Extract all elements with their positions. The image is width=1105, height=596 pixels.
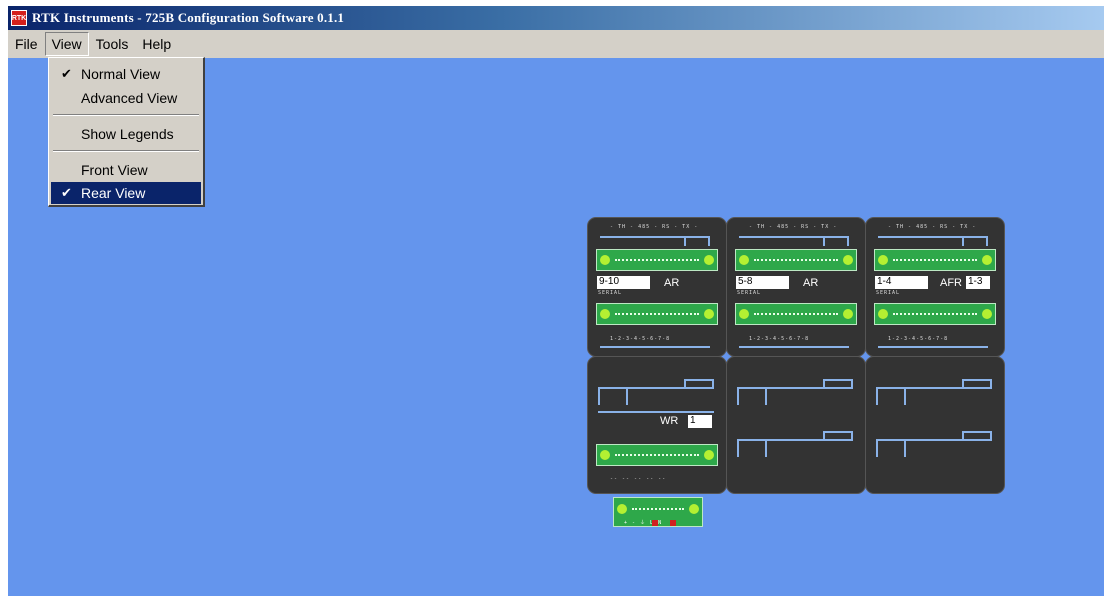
slot-outline	[737, 387, 767, 405]
power-indicator-red	[670, 520, 676, 526]
module-header-markings: - TH - 485 - RS - TX -	[610, 224, 699, 230]
slot-outline	[684, 379, 714, 389]
slot-outline	[878, 346, 988, 348]
slot-outline	[598, 387, 628, 405]
menu-item-show-legends[interactable]: Show Legends	[51, 123, 201, 145]
module-ar-5-8[interactable]: - TH - 485 - RS - TX - 5-8 AR SERIAL 1-2…	[726, 217, 866, 357]
slot-outline	[962, 379, 992, 389]
wr-value-box[interactable]: 1	[688, 415, 712, 428]
menu-item-normal-view[interactable]: ✔ Normal View	[51, 63, 201, 85]
module-empty-slot[interactable]	[726, 356, 866, 494]
menu-separator	[53, 150, 199, 152]
view-menu-dropdown: ✔ Normal View Advanced View Show Legends…	[48, 57, 205, 207]
menu-item-front-view[interactable]: Front View	[51, 159, 201, 181]
menu-bar: File View Tools Help	[8, 30, 1104, 58]
menu-tools[interactable]: Tools	[89, 32, 136, 56]
checkmark-icon: ✔	[61, 66, 72, 81]
terminal-markings: 1-2-3-4-5-6-7-8	[610, 336, 671, 342]
rtk-app-icon: RTK	[11, 10, 27, 26]
extra-label-box[interactable]: 1-3	[966, 276, 990, 289]
terminal-markings: 1-2-3-4-5-6-7-8	[888, 336, 949, 342]
slot-outline	[823, 379, 853, 389]
slot-outline	[684, 236, 710, 246]
menu-view[interactable]: View	[44, 32, 89, 56]
module-ar-9-10[interactable]: - TH - 485 - RS - TX - 9-10 AR SERIAL 1-…	[587, 217, 727, 357]
menu-item-label: Advanced View	[81, 90, 178, 106]
menu-help[interactable]: Help	[135, 32, 178, 56]
terminal-connector[interactable]	[735, 303, 857, 325]
slot-outline	[876, 387, 906, 405]
range-label-box[interactable]: 5-8	[736, 276, 789, 289]
menu-file[interactable]: File	[8, 32, 45, 56]
menu-item-rear-view[interactable]: ✔ Rear View	[51, 182, 201, 204]
module-id-markings: SERIAL	[598, 290, 623, 296]
checkmark-icon: ✔	[61, 185, 72, 200]
terminal-connector[interactable]	[874, 303, 996, 325]
module-type-label: AR	[664, 277, 680, 289]
menu-item-label: Normal View	[81, 66, 161, 82]
module-type-label: WR	[660, 415, 679, 427]
menu-item-label: Show Legends	[81, 126, 174, 142]
module-header-markings: - TH - 485 - RS - TX -	[749, 224, 838, 230]
terminal-connector[interactable]	[596, 303, 718, 325]
module-type-label: AFR	[940, 277, 962, 289]
module-empty-slot[interactable]	[865, 356, 1005, 494]
menu-item-label: Front View	[81, 162, 148, 178]
slot-outline	[598, 411, 714, 413]
range-label-box[interactable]: 1-4	[875, 276, 928, 289]
slot-outline	[962, 236, 988, 246]
application-window: RTK RTK Instruments - 725B Configuration…	[8, 6, 1104, 596]
slot-outline	[739, 346, 849, 348]
terminal-connector[interactable]	[735, 249, 857, 271]
menu-item-advanced-view[interactable]: Advanced View	[51, 87, 201, 109]
slot-outline	[737, 439, 767, 457]
slot-outline	[823, 236, 849, 246]
title-bar[interactable]: RTK RTK Instruments - 725B Configuration…	[8, 6, 1104, 30]
terminal-markings: -- -- -- -- --	[610, 476, 667, 482]
range-label-box[interactable]: 9-10	[597, 276, 650, 289]
slot-outline	[962, 431, 992, 441]
module-afr-1-4[interactable]: - TH - 485 - RS - TX - 1-4 AFR 1-3 SERIA…	[865, 217, 1005, 357]
module-id-markings: SERIAL	[737, 290, 762, 296]
menu-separator	[53, 114, 199, 116]
module-type-label: AR	[803, 277, 819, 289]
slot-outline	[823, 431, 853, 441]
power-connector[interactable]: + - ⏚ L N	[613, 497, 703, 527]
module-header-markings: - TH - 485 - RS - TX -	[888, 224, 977, 230]
module-id-markings: SERIAL	[876, 290, 901, 296]
terminal-markings: 1-2-3-4-5-6-7-8	[749, 336, 810, 342]
menu-item-label: Rear View	[81, 185, 146, 201]
slot-outline	[600, 346, 710, 348]
power-indicator-red	[652, 520, 658, 526]
module-wr[interactable]: WR 1 -- -- -- -- --	[587, 356, 727, 494]
terminal-connector[interactable]	[596, 444, 718, 466]
terminal-connector[interactable]	[874, 249, 996, 271]
window-title: RTK Instruments - 725B Configuration Sof…	[32, 10, 345, 25]
terminal-connector[interactable]	[596, 249, 718, 271]
slot-outline	[876, 439, 906, 457]
